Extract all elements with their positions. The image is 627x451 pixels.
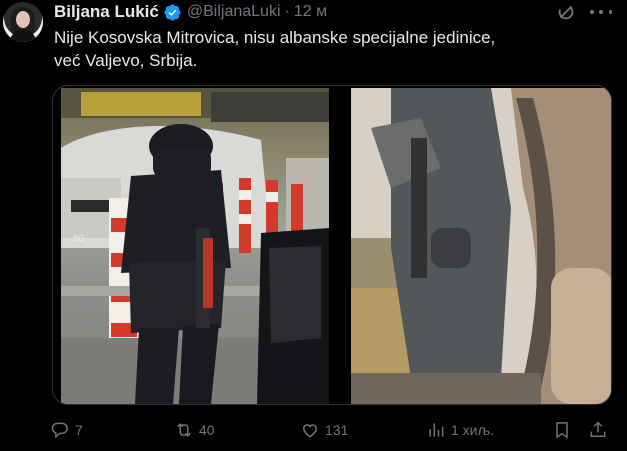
share-icon (590, 421, 606, 437)
like-button[interactable]: 131 (300, 418, 348, 442)
photo-left-scene: BG (61, 88, 329, 404)
bookmark-icon (556, 422, 568, 439)
engagement-bar: 7 40 131 1 хиљ. (50, 418, 616, 442)
tweet-text-line-1: Nije Kosovska Mitrovica, nisu albanske s… (54, 28, 496, 47)
like-count: 131 (325, 422, 349, 438)
reply-button[interactable]: 7 (50, 418, 83, 442)
tweet-media[interactable]: BG (52, 85, 612, 405)
grok-icon[interactable] (555, 1, 577, 23)
more-options-icon[interactable] (590, 2, 612, 22)
author-handle[interactable]: @BiljanaLuki (187, 3, 281, 21)
views-icon (429, 423, 444, 437)
tweet-text: Nije Kosovska Mitrovica, nisu albanske s… (54, 26, 614, 72)
avatar[interactable] (3, 2, 43, 42)
reply-icon (51, 422, 68, 439)
views-button[interactable]: 1 хиљ. (426, 418, 494, 442)
media-photo-right[interactable] (351, 88, 611, 404)
tweet-timestamp[interactable]: 12 м (294, 3, 327, 21)
tweet-text-line-2: već Valjevo, Srbija. (54, 51, 198, 70)
verified-badge-icon[interactable] (163, 3, 182, 22)
tweet[interactable]: Biljana Lukić @BiljanaLuki · 12 м Nije K… (0, 0, 627, 451)
separator-dot: · (284, 3, 290, 20)
bookmark-button[interactable] (552, 418, 572, 442)
avatar-face (16, 11, 30, 28)
license-plate-text: BG (73, 234, 85, 243)
tweet-header: Biljana Lukić @BiljanaLuki · 12 м (54, 2, 327, 22)
share-button[interactable] (588, 418, 608, 442)
reply-count: 7 (75, 422, 83, 438)
media-photo-left[interactable]: BG (61, 88, 329, 404)
repost-icon (177, 423, 191, 437)
media-divider (329, 86, 351, 404)
author-name[interactable]: Biljana Lukić (54, 2, 159, 22)
repost-count: 40 (199, 422, 215, 438)
views-count: 1 хиљ. (451, 422, 495, 438)
heart-icon (302, 424, 318, 438)
repost-button[interactable]: 40 (174, 418, 215, 442)
photo-right-scene (351, 88, 611, 404)
